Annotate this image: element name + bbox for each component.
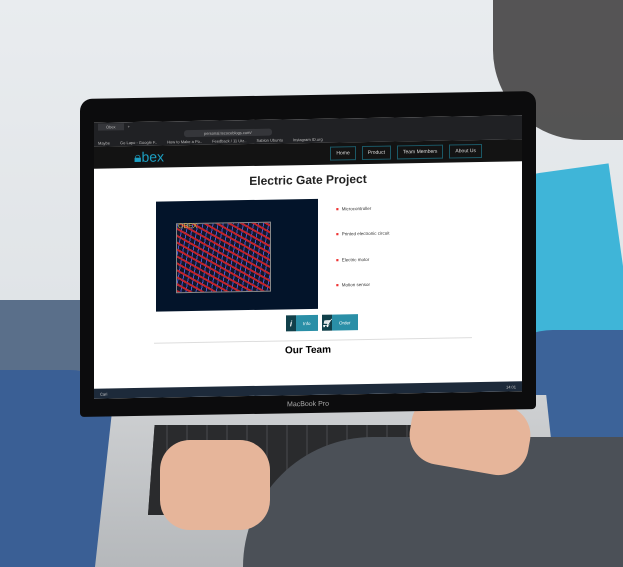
- feature-item: ■ Motion sensor: [336, 281, 370, 288]
- taskbar: Cari 14:01: [94, 381, 522, 399]
- laptop-screen: Obex + personal.tecoceblogs.com/ Maybe Go…: [94, 115, 522, 399]
- nav-team-members[interactable]: Team Members: [396, 144, 444, 160]
- bookmark[interactable]: Feedback / 11 Utz..: [212, 138, 246, 144]
- browser-tab[interactable]: Obex: [98, 122, 124, 131]
- bookmark[interactable]: Maybe: [98, 140, 110, 145]
- laptop-lid: MacBook Pro Obex + personal.tecoceblogs.c…: [80, 91, 536, 417]
- pcb-label: OBEX: [178, 222, 198, 231]
- site-logo[interactable]: 🔒︎bex: [134, 148, 164, 166]
- info-icon: i: [286, 315, 296, 332]
- nav-about-us[interactable]: About Us: [449, 143, 482, 159]
- feature-item: ■ Microcontroller: [336, 205, 372, 212]
- cart-icon: 🛒︎: [322, 314, 332, 331]
- nav-home[interactable]: Home: [330, 146, 356, 161]
- taskbar-search[interactable]: Cari: [100, 391, 107, 396]
- left-hand: [160, 440, 270, 530]
- nav-product[interactable]: Product: [361, 145, 391, 161]
- section-title: Our Team: [285, 344, 331, 357]
- feature-item: ■ Electric motor: [336, 256, 370, 263]
- bookmark[interactable]: How to Make a Po..: [167, 138, 202, 144]
- bookmark[interactable]: Go Lapo - Google F..: [120, 139, 157, 145]
- bookmark[interactable]: Sablon Ubuntu: [256, 137, 282, 142]
- taskbar-clock: 14:01: [505, 383, 516, 390]
- order-button[interactable]: 🛒︎ Order: [322, 314, 358, 331]
- laptop-brand: MacBook Pro: [286, 400, 330, 409]
- pcb-image: OBEX: [156, 198, 318, 312]
- new-tab-icon[interactable]: +: [128, 124, 130, 129]
- info-button[interactable]: i Info: [286, 314, 318, 332]
- bookmark[interactable]: Instagram ID.org: [293, 136, 323, 142]
- feature-item: ■ Printed electronic circuit: [336, 230, 390, 237]
